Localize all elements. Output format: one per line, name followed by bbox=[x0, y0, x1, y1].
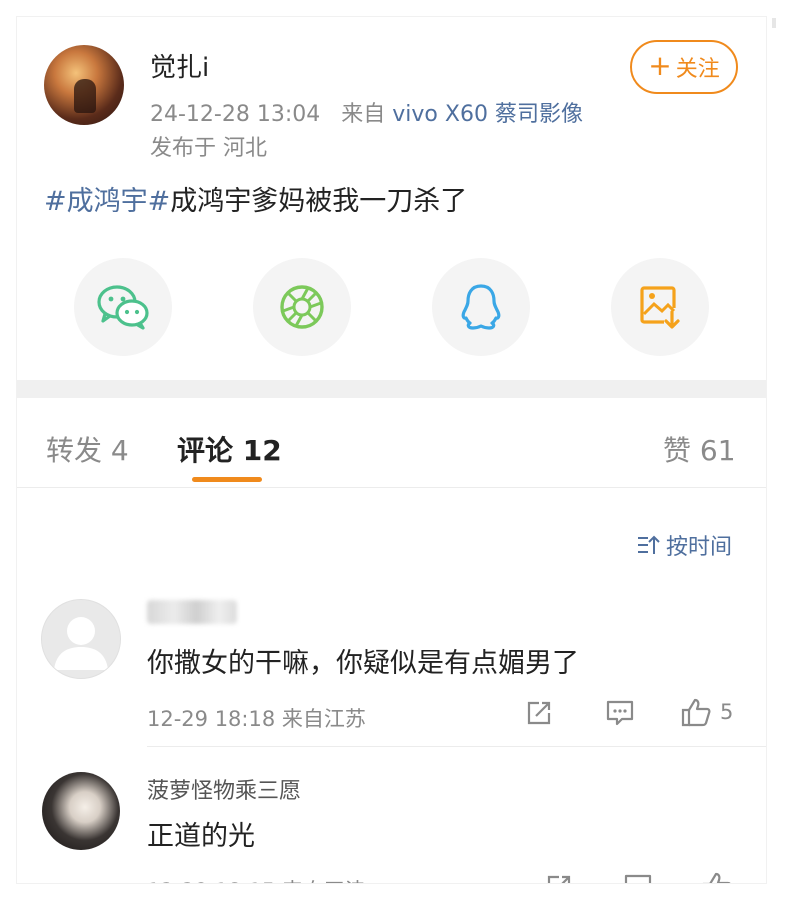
sort-toggle[interactable]: 按时间 bbox=[636, 529, 732, 561]
comment-username-blurred[interactable] bbox=[147, 600, 237, 624]
comment-like-button[interactable] bbox=[701, 871, 733, 883]
plus-icon: + bbox=[648, 48, 672, 82]
tab-repost[interactable]: 转发 4 bbox=[46, 429, 129, 469]
share-moments-button[interactable] bbox=[253, 258, 351, 356]
weibo-post-view: 觉扎i 24-12-28 13:04 来自 vivo X60 蔡司影像 发布于 … bbox=[17, 17, 766, 883]
comment-text: 正道的光 bbox=[147, 821, 255, 852]
section-divider bbox=[17, 380, 766, 398]
comment-reply-button[interactable] bbox=[605, 699, 635, 727]
sort-icon bbox=[638, 535, 660, 554]
topic-link[interactable]: #成鸿宇# bbox=[44, 186, 170, 217]
thumbs-up-icon bbox=[702, 872, 731, 883]
share-icon bbox=[547, 875, 571, 883]
share-qq-button[interactable] bbox=[432, 258, 530, 356]
comment-avatar[interactable] bbox=[42, 772, 120, 850]
save-image-icon bbox=[640, 286, 680, 329]
tab-likes[interactable]: 赞 61 bbox=[663, 429, 736, 469]
moments-icon bbox=[280, 285, 324, 329]
tab-comments[interactable]: 评论 12 bbox=[177, 429, 282, 469]
post-location: 发布于 河北 bbox=[150, 136, 267, 161]
post-text: 成鸿宇爹妈被我一刀杀了 bbox=[170, 186, 468, 217]
comment-repost-button[interactable] bbox=[545, 873, 573, 883]
like-count: 5 bbox=[720, 700, 734, 724]
comment-reply-button[interactable] bbox=[623, 873, 653, 883]
comment-divider bbox=[147, 746, 766, 747]
comment-repost-button[interactable] bbox=[525, 699, 553, 727]
share-icon bbox=[527, 701, 551, 725]
share-save-image-button[interactable] bbox=[611, 258, 709, 356]
post-timestamp: 24-12-28 13:04 bbox=[150, 102, 321, 127]
post-username[interactable]: 觉扎i bbox=[150, 47, 209, 84]
comment-meta: 12-29 18:18 来自江苏 bbox=[147, 707, 366, 731]
post-content: #成鸿宇#成鸿宇爹妈被我一刀杀了 bbox=[44, 179, 467, 218]
comment-avatar[interactable] bbox=[42, 600, 120, 678]
comment-like-button[interactable]: 5 bbox=[680, 697, 733, 727]
share-wechat-button[interactable] bbox=[74, 258, 172, 356]
avatar[interactable] bbox=[44, 45, 124, 125]
sort-label: 按时间 bbox=[666, 535, 733, 560]
follow-label: 关注 bbox=[675, 57, 720, 82]
post-meta: 24-12-28 13:04 来自 vivo X60 蔡司影像 bbox=[150, 96, 583, 128]
active-tab-indicator bbox=[192, 477, 262, 482]
comment-text: 你撒女的干嘛，你疑似是有点媚男了 bbox=[147, 648, 579, 679]
comment-username[interactable]: 菠萝怪物乘三愿 bbox=[147, 773, 301, 805]
follow-button[interactable]: + 关注 bbox=[630, 40, 738, 94]
qq-icon bbox=[461, 284, 501, 330]
comment-icon bbox=[606, 700, 634, 726]
comment-icon bbox=[624, 874, 652, 883]
tabs-divider bbox=[17, 487, 766, 488]
default-avatar-icon bbox=[54, 617, 108, 670]
post-source-prefix: 来自 bbox=[341, 102, 386, 127]
comment-meta: 12-29 18:15 来自天津 bbox=[147, 875, 366, 883]
scrollbar[interactable] bbox=[772, 18, 776, 28]
wechat-icon bbox=[97, 285, 149, 330]
post-device[interactable]: vivo X60 蔡司影像 bbox=[392, 102, 583, 127]
thumbs-up-icon bbox=[681, 698, 711, 727]
